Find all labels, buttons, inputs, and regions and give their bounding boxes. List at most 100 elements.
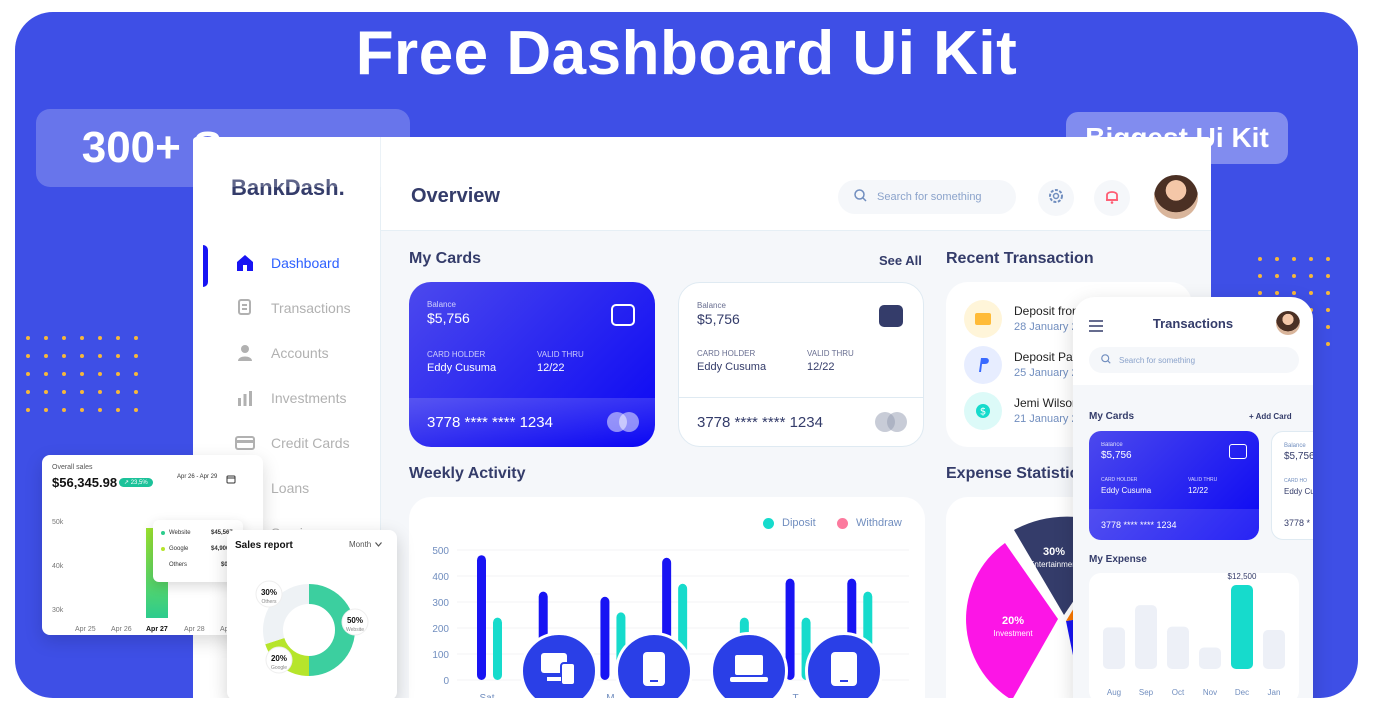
- settings-button[interactable]: [1038, 180, 1074, 216]
- sidebar-item-transactions[interactable]: Transactions: [193, 290, 381, 326]
- donut-name-label: Others: [261, 599, 277, 605]
- tooltip-label: Others: [169, 562, 188, 568]
- notifications-button[interactable]: [1094, 180, 1130, 216]
- search-placeholder: Search for something: [1119, 355, 1196, 365]
- balance-value: $5,756: [1284, 451, 1313, 462]
- card-holder-name: Eddy Cusuma: [427, 362, 497, 374]
- dollar-icon: $: [964, 392, 1002, 430]
- sales-xtick: Apr 25: [75, 626, 96, 633]
- card-holder-name: Eddy Cu: [1284, 487, 1313, 496]
- sales-ytick: 40k: [52, 563, 64, 570]
- balance-label: Balance: [1284, 443, 1306, 449]
- slice-label-investment: Investment: [993, 629, 1033, 638]
- recent-transaction-title: Recent Transaction: [946, 250, 1094, 267]
- svg-text:$: $: [980, 407, 986, 418]
- calendar-icon[interactable]: [226, 471, 236, 489]
- sidebar-item-label: Credit Cards: [271, 435, 350, 451]
- sidebar-item-investments[interactable]: Investments: [193, 380, 381, 416]
- laptop-icon: [729, 653, 769, 690]
- y-tick-label: 500: [432, 546, 449, 557]
- phone-card-secondary[interactable]: Balance $5,756 CARD HO Eddy Cu 3778 *: [1271, 431, 1313, 540]
- expense-bar: [1103, 627, 1125, 669]
- devices-icon: [539, 651, 579, 692]
- card-chip-icon: [1229, 444, 1247, 459]
- sidebar-item-label: Investments: [271, 390, 347, 406]
- y-tick-label: 200: [432, 624, 449, 635]
- headline: Free Dashboard Ui Kit: [355, 19, 1018, 88]
- phone-expense-panel: Aug Sep Oct Nov Dec $12,500 Jan: [1089, 572, 1299, 698]
- sidebar-item-accounts[interactable]: Accounts: [193, 335, 381, 371]
- see-all-link[interactable]: See All: [879, 253, 922, 268]
- home-icon: [235, 253, 255, 273]
- expense-bar: [1167, 626, 1189, 669]
- gear-icon: [1047, 187, 1065, 210]
- credit-card-primary[interactable]: Balance $5,756 CARD HOLDER Eddy Cusuma V…: [409, 282, 655, 447]
- x-tick-label: T: [793, 693, 799, 698]
- my-expense-chart: Aug Sep Oct Nov Dec $12,500 Jan: [1103, 572, 1285, 697]
- card-holder-name: Eddy Cusuma: [697, 361, 767, 373]
- bar-deposit: [600, 596, 610, 680]
- y-tick-label: 0: [443, 676, 449, 687]
- search-icon: [1101, 354, 1111, 366]
- donut-name-label: Website: [346, 627, 364, 633]
- valid-thru-label: VALID THRU: [537, 350, 584, 359]
- credit-card-secondary[interactable]: Balance $5,756 CARD HOLDER Eddy Cusuma V…: [678, 282, 924, 447]
- expense-month-label: Nov: [1203, 688, 1217, 697]
- expense-month-label: Oct: [1172, 688, 1185, 697]
- sales-xtick: Apr 28: [184, 626, 205, 633]
- phone-search-input[interactable]: Search for something: [1089, 347, 1299, 373]
- card-holder-label: CARD HOLDER: [427, 350, 486, 359]
- promo-banner: Free Dashboard Ui Kit BankDash. Dashboar…: [15, 12, 1358, 698]
- valid-thru-label: VALID THRU: [1188, 477, 1218, 483]
- mobile-mockup: Transactions Search for something My Car…: [1073, 297, 1313, 698]
- y-tick-label: 100: [432, 650, 449, 661]
- search-icon: [854, 189, 867, 205]
- balance-value: $5,756: [427, 310, 470, 326]
- card-number: 3778 **** **** 1234: [697, 413, 823, 431]
- expense-highlight-label: $12,500: [1228, 573, 1257, 581]
- sidebar-item-label: Accounts: [271, 345, 329, 361]
- expense-month-label: Dec: [1235, 688, 1249, 697]
- sidebar-item-label: Transactions: [271, 300, 351, 316]
- balance-label: Balance: [427, 300, 456, 309]
- phone-icon: [641, 650, 667, 693]
- phone-card-primary[interactable]: Balance $5,756 CARD HOLDER Eddy Cusuma V…: [1089, 431, 1259, 540]
- sales-ytick: 30k: [52, 607, 64, 614]
- card-chip-icon: [879, 305, 903, 327]
- bell-icon: [1103, 187, 1121, 210]
- card-number: 3778 **** **** 1234: [427, 414, 553, 431]
- sales-report-card: Sales report Month 50% Website 20% Google 30…: [227, 530, 397, 698]
- avatar[interactable]: [1154, 175, 1198, 219]
- sales-ytick: 50k: [52, 519, 64, 526]
- add-card-button[interactable]: + Add Card: [1249, 412, 1292, 421]
- sales-report-donut: 50% Website 20% Google 30% Others: [255, 580, 369, 676]
- balance-label: Balance: [1101, 442, 1123, 448]
- slice-pct-entertainment: 30%: [1043, 546, 1065, 558]
- phone-my-expense-title: My Expense: [1089, 554, 1147, 565]
- card-brand-icon: [875, 412, 907, 432]
- search-input[interactable]: Search for something: [838, 180, 1016, 214]
- bar-deposit: [477, 555, 486, 680]
- expense-bar: [1199, 647, 1221, 669]
- phone-avatar[interactable]: [1276, 311, 1300, 335]
- my-cards-title: My Cards: [409, 250, 482, 267]
- card-holder-label: CARD HO: [1284, 478, 1308, 484]
- donut-pct-label: 20%: [271, 654, 287, 663]
- card-number: 3778 *: [1284, 518, 1311, 528]
- sales-date-range[interactable]: Apr 26 - Apr 29: [177, 474, 217, 480]
- card-chip-icon: [611, 304, 635, 326]
- sidebar-item-label: Dashboard: [271, 255, 340, 271]
- sales-xtick: Apr 26: [111, 626, 132, 633]
- valid-thru-value: 12/22: [807, 361, 835, 373]
- card-holder-name: Eddy Cusuma: [1101, 486, 1152, 495]
- transfer-icon: [235, 298, 255, 318]
- valid-thru-value: 12/22: [537, 362, 565, 374]
- sidebar-item-dashboard[interactable]: Dashboard: [193, 245, 381, 287]
- biggest-kit-badge: Biggest Ui Kit: [1066, 112, 1288, 164]
- card-icon: [964, 300, 1002, 338]
- slice-pct-investment: 20%: [1002, 615, 1024, 627]
- donut-pct-label: 30%: [261, 588, 277, 597]
- sales-xtick: Apr 27: [146, 626, 168, 633]
- y-tick-label: 300: [432, 598, 449, 609]
- expense-month-label: Jan: [1268, 688, 1281, 697]
